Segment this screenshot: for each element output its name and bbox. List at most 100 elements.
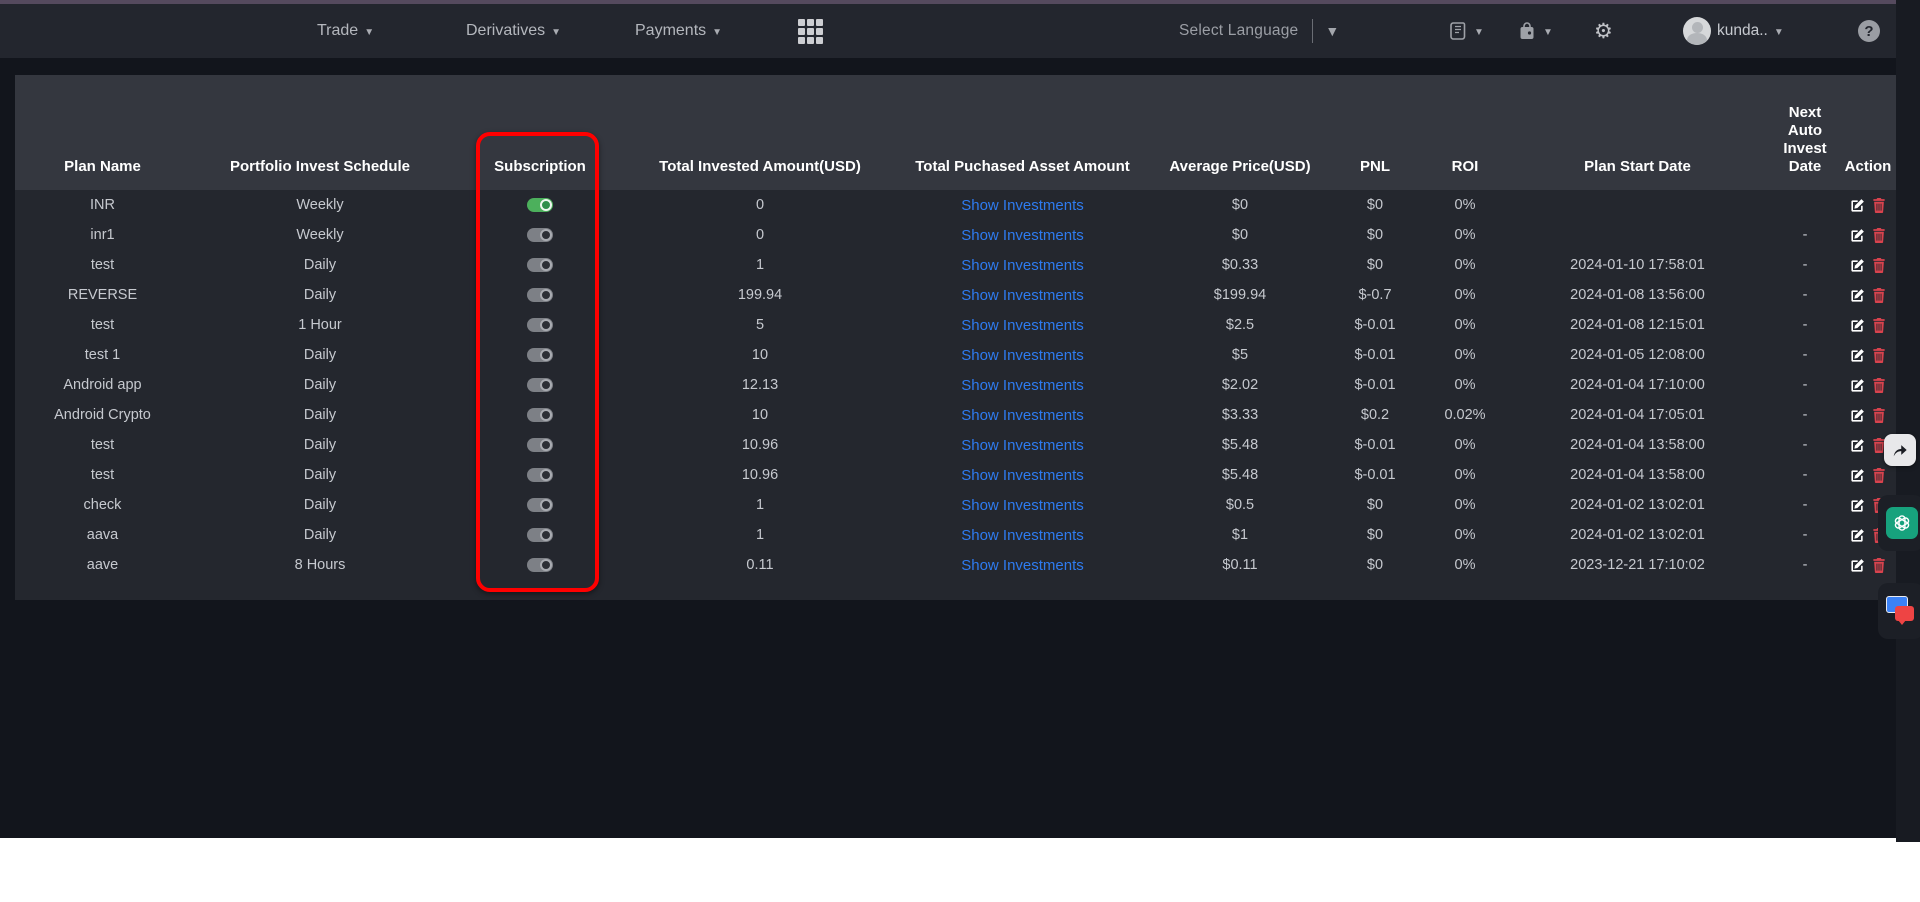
delete-icon[interactable]	[1872, 288, 1886, 303]
share-arrow-icon	[1890, 440, 1910, 460]
subscription-toggle[interactable]	[527, 378, 553, 392]
apps-grid-icon[interactable]	[798, 4, 823, 58]
subscription-toggle[interactable]	[527, 318, 553, 332]
action-cell	[1840, 198, 1896, 213]
average-price-cell: $0.33	[1155, 257, 1325, 273]
subscription-toggle[interactable]	[527, 228, 553, 242]
column-header-pnl: PNL	[1325, 158, 1425, 190]
table-row: test Daily 1 Show Investments $0.33 $0 0…	[15, 250, 1896, 280]
edit-icon[interactable]	[1850, 318, 1865, 333]
pnl-cell: $-0.01	[1325, 377, 1425, 393]
delete-icon[interactable]	[1872, 318, 1886, 333]
plan-name-cell: INR	[15, 197, 190, 213]
start-date-cell: 2024-01-08 12:15:01	[1505, 317, 1770, 333]
show-investments-link[interactable]: Show Investments	[961, 287, 1084, 304]
show-investments-link[interactable]: Show Investments	[961, 497, 1084, 514]
subscription-toggle[interactable]	[527, 528, 553, 542]
edit-icon[interactable]	[1850, 288, 1865, 303]
chevron-down-icon: ▼	[712, 27, 722, 38]
edit-icon[interactable]	[1850, 228, 1865, 243]
start-date-cell: 2024-01-02 13:02:01	[1505, 527, 1770, 543]
user-menu[interactable]: kunda.. ▼	[1683, 4, 1784, 58]
nav-menu-payments[interactable]: Payments ▼	[635, 4, 722, 58]
action-cell	[1840, 558, 1896, 573]
subscription-toggle[interactable]	[527, 288, 553, 302]
column-header-total-invested-amount-usd-: Total Invested Amount(USD)	[630, 158, 890, 190]
subscription-toggle[interactable]	[527, 438, 553, 452]
delete-icon[interactable]	[1872, 378, 1886, 393]
show-investments-link[interactable]: Show Investments	[961, 317, 1084, 334]
share-extension-button[interactable]	[1884, 434, 1916, 466]
chatgpt-extension-button[interactable]	[1878, 495, 1920, 551]
subscription-toggle[interactable]	[527, 468, 553, 482]
edit-icon[interactable]	[1850, 258, 1865, 273]
edit-icon[interactable]	[1850, 558, 1865, 573]
purchased-asset-cell: Show Investments	[890, 437, 1155, 454]
action-cell	[1840, 258, 1896, 273]
next-invest-date-cell: -	[1770, 347, 1840, 363]
show-investments-link[interactable]: Show Investments	[961, 347, 1084, 364]
show-investments-link[interactable]: Show Investments	[961, 377, 1084, 394]
average-price-cell: $0	[1155, 197, 1325, 213]
delete-icon[interactable]	[1872, 468, 1886, 483]
gear-icon[interactable]: ⚙	[1594, 4, 1613, 58]
subscription-toggle[interactable]	[527, 558, 553, 572]
show-investments-link[interactable]: Show Investments	[961, 257, 1084, 274]
help-icon[interactable]: ?	[1858, 4, 1880, 58]
orders-book-icon[interactable]: ▼	[1448, 4, 1484, 58]
edit-icon[interactable]	[1850, 438, 1865, 453]
wallet-icon[interactable]: ▼	[1517, 4, 1553, 58]
subscription-toggle[interactable]	[527, 198, 553, 212]
edit-icon[interactable]	[1850, 528, 1865, 543]
table-row: test 1 Hour 5 Show Investments $2.5 $-0.…	[15, 310, 1896, 340]
top-accent-strip	[0, 0, 1920, 4]
edit-icon[interactable]	[1850, 498, 1865, 513]
show-investments-link[interactable]: Show Investments	[961, 197, 1084, 214]
scrollbar[interactable]	[1896, 0, 1920, 842]
plan-name-cell: test	[15, 467, 190, 483]
show-investments-link[interactable]: Show Investments	[961, 557, 1084, 574]
schedule-cell: Daily	[190, 467, 450, 483]
delete-icon[interactable]	[1872, 258, 1886, 273]
subscription-cell	[450, 557, 630, 573]
nav-menu-trade[interactable]: Trade ▼	[317, 4, 374, 58]
table-body: INR Weekly 0 Show Investments $0 $0 0%	[15, 190, 1896, 580]
next-invest-date-cell: -	[1770, 437, 1840, 453]
subscription-toggle[interactable]	[527, 348, 553, 362]
table-row: REVERSE Daily 199.94 Show Investments $1…	[15, 280, 1896, 310]
delete-icon[interactable]	[1872, 198, 1886, 213]
action-cell	[1840, 378, 1896, 393]
divider	[1312, 19, 1313, 43]
show-investments-link[interactable]: Show Investments	[961, 227, 1084, 244]
chat-bubbles-extension-button[interactable]	[1878, 583, 1920, 639]
average-price-cell: $0.5	[1155, 497, 1325, 513]
language-selector[interactable]: Select Language ▼	[1179, 4, 1339, 58]
subscription-toggle[interactable]	[527, 258, 553, 272]
show-investments-link[interactable]: Show Investments	[961, 407, 1084, 424]
average-price-cell: $2.02	[1155, 377, 1325, 393]
edit-icon[interactable]	[1850, 348, 1865, 363]
subscription-toggle[interactable]	[527, 408, 553, 422]
roi-cell: 0%	[1425, 317, 1505, 333]
edit-icon[interactable]	[1850, 198, 1865, 213]
edit-icon[interactable]	[1850, 468, 1865, 483]
delete-icon[interactable]	[1872, 348, 1886, 363]
edit-icon[interactable]	[1850, 378, 1865, 393]
action-cell	[1840, 288, 1896, 303]
delete-icon[interactable]	[1872, 228, 1886, 243]
delete-icon[interactable]	[1872, 408, 1886, 423]
subscription-cell	[450, 317, 630, 333]
show-investments-link[interactable]: Show Investments	[961, 527, 1084, 544]
show-investments-link[interactable]: Show Investments	[961, 437, 1084, 454]
subscription-toggle[interactable]	[527, 498, 553, 512]
plan-name-cell: inr1	[15, 227, 190, 243]
edit-icon[interactable]	[1850, 408, 1865, 423]
average-price-cell: $1	[1155, 527, 1325, 543]
pnl-cell: $0	[1325, 197, 1425, 213]
show-investments-link[interactable]: Show Investments	[961, 467, 1084, 484]
next-invest-date-cell: -	[1770, 557, 1840, 573]
nav-menu-derivatives[interactable]: Derivatives ▼	[466, 4, 561, 58]
delete-icon[interactable]	[1872, 558, 1886, 573]
subscription-cell	[450, 197, 630, 213]
start-date-cell: 2024-01-04 17:05:01	[1505, 407, 1770, 423]
